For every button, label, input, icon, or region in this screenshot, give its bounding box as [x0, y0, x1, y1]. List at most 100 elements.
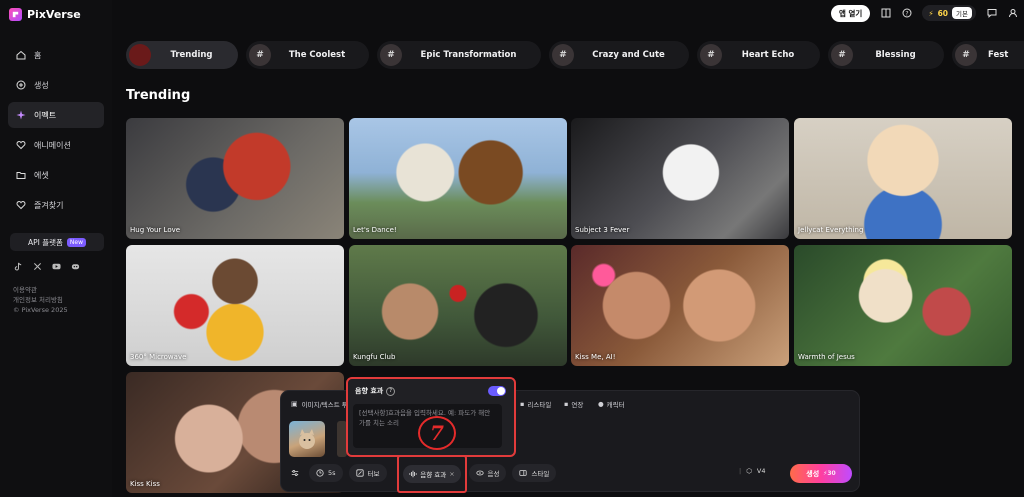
- hash-icon: #: [700, 44, 722, 66]
- effect-card-warmth-of-jesus[interactable]: Warmth of Jesus: [794, 245, 1012, 366]
- hash-icon: #: [831, 44, 853, 66]
- second-image-thumbnail[interactable]: [337, 421, 347, 457]
- card-caption: Jellycat Everything: [798, 226, 864, 234]
- tab-epic-transformation[interactable]: # Epic Transformation: [377, 41, 541, 69]
- tab-label: 리스타일: [527, 401, 552, 409]
- tab-character[interactable]: ● 캐릭터: [598, 399, 625, 409]
- eye-icon: [475, 470, 484, 476]
- sidebar-item-label: 생성: [34, 80, 49, 90]
- help-icon[interactable]: ?: [901, 8, 912, 19]
- tab-label: 이미지/텍스트 투: [301, 401, 348, 409]
- popup-title-text: 음향 효과: [355, 387, 384, 395]
- sidebar-item-animation[interactable]: 애니메이션: [8, 132, 104, 158]
- turbo-label: 터보: [367, 470, 380, 478]
- svg-text:?: ?: [905, 10, 908, 17]
- card-thumbnail: [349, 118, 567, 239]
- x-icon[interactable]: [33, 262, 42, 271]
- tiktok-icon[interactable]: [14, 262, 23, 271]
- generate-cost-value: 30: [827, 470, 836, 477]
- close-icon[interactable]: ×: [449, 470, 454, 478]
- sidebar-item-create[interactable]: 생성: [8, 72, 104, 98]
- sound-effect-label: 음향 효과: [420, 471, 447, 479]
- character-icon: ●: [598, 400, 604, 408]
- settings-button[interactable]: [287, 464, 303, 482]
- effect-card-subject-3-fever[interactable]: Subject 3 Fever: [571, 118, 789, 239]
- sidebar-item-effects[interactable]: 이펙트: [8, 102, 104, 128]
- legal-links: 이용약관 개인정보 처리방침 © PixVerse 2025: [13, 285, 68, 315]
- youtube-icon[interactable]: [52, 262, 61, 271]
- privacy-link[interactable]: 개인정보 처리방침: [13, 295, 68, 305]
- card-thumbnail: [349, 245, 567, 366]
- sound-effect-highlight: 음향 효과 ×: [397, 455, 467, 493]
- card-caption: Warmth of Jesus: [798, 353, 855, 361]
- effect-card-lets-dance[interactable]: Let's Dance!: [349, 118, 567, 239]
- card-caption: Kiss Kiss: [130, 480, 160, 488]
- tab-blessing[interactable]: # Blessing: [828, 41, 944, 69]
- tab-restyle[interactable]: ▪ 리스타일: [520, 399, 551, 409]
- open-app-button[interactable]: 앱 열기: [831, 4, 871, 22]
- card-thumbnail: [794, 118, 1012, 239]
- logo[interactable]: PixVerse: [9, 8, 81, 21]
- tab-heart-echo[interactable]: # Heart Echo: [697, 41, 820, 69]
- style-button[interactable]: 스타일: [512, 464, 557, 482]
- style-icon: [519, 470, 528, 476]
- sidebar-item-favorites[interactable]: 즐겨찾기: [8, 192, 104, 218]
- effect-card-kungfu-club[interactable]: Kungfu Club: [349, 245, 567, 366]
- generate-button[interactable]: 생성 ⚡30: [790, 464, 852, 483]
- discord-icon[interactable]: [71, 262, 80, 271]
- tab-trending[interactable]: Trending: [126, 41, 238, 69]
- card-caption: Let's Dance!: [353, 226, 397, 234]
- soundwave-icon: [409, 470, 417, 478]
- card-thumbnail: [126, 245, 344, 366]
- effect-card-hug-your-love[interactable]: Hug Your Love: [126, 118, 344, 239]
- effect-card-jellycat-everything[interactable]: Jellycat Everything: [794, 118, 1012, 239]
- uploaded-image-thumbnail[interactable]: [289, 421, 325, 457]
- tab-label: Epic Transformation: [420, 50, 517, 60]
- model-label: V4: [756, 467, 766, 475]
- effect-card-kiss-me-ai[interactable]: Kiss Me, AI!: [571, 245, 789, 366]
- api-platform-button[interactable]: API 플랫폼 New: [10, 233, 104, 251]
- credits-display[interactable]: ⚡ 60 기본: [922, 5, 976, 21]
- model-selector[interactable]: | ⬡ V4: [739, 467, 765, 475]
- hash-icon: #: [380, 44, 402, 66]
- sidebar-nav: 홈 생성 이펙트 애니메이션 에셋 즐겨찾기: [8, 42, 104, 222]
- layout-icon[interactable]: [880, 8, 891, 19]
- plus-circle-icon: [16, 80, 26, 90]
- tab-the-coolest[interactable]: # The Coolest: [246, 41, 369, 69]
- sidebar-item-assets[interactable]: 에셋: [8, 162, 104, 188]
- new-badge: New: [66, 237, 87, 247]
- generate-cost: ⚡30: [823, 470, 836, 477]
- hash-icon: #: [552, 44, 574, 66]
- section-title: Trending: [126, 88, 191, 103]
- duration-button[interactable]: 5s: [309, 464, 343, 482]
- folder-icon: [16, 172, 26, 179]
- turbo-button[interactable]: 터보: [348, 464, 387, 482]
- sound-effect-toggle[interactable]: [488, 386, 506, 396]
- image-icon: ▣: [291, 400, 298, 408]
- message-icon[interactable]: [986, 8, 997, 19]
- tab-fest[interactable]: # Fest: [952, 41, 1024, 69]
- tab-crazy-and-cute[interactable]: # Crazy and Cute: [549, 41, 689, 69]
- user-icon[interactable]: [1007, 8, 1018, 19]
- tab-label: 캐릭터: [606, 401, 625, 409]
- tab-extend[interactable]: ▪ 연장: [564, 399, 583, 409]
- card-thumbnail: [126, 118, 344, 239]
- pixverse-logo-icon: [9, 8, 22, 21]
- tab-thumbnail: [129, 44, 151, 66]
- sidebar-item-label: 이펙트: [34, 110, 57, 120]
- terms-link[interactable]: 이용약관: [13, 285, 68, 295]
- sound-effect-button[interactable]: 음향 효과 ×: [403, 465, 461, 483]
- category-tabs: Trending # The Coolest # Epic Transforma…: [126, 41, 1024, 69]
- style-label: 스타일: [531, 470, 550, 478]
- voice-label: 음성: [487, 470, 500, 478]
- voice-button[interactable]: 음성: [468, 464, 507, 482]
- card-thumbnail: [571, 245, 789, 366]
- api-platform-label: API 플랫폼: [27, 237, 63, 247]
- step-annotation-badge: 7: [418, 416, 456, 450]
- header-actions: 앱 열기 ? ⚡ 60 기본: [831, 4, 1018, 22]
- hash-icon: #: [955, 44, 977, 66]
- help-icon[interactable]: ?: [386, 386, 396, 396]
- effect-card-360-microwave[interactable]: 360° Microwave: [126, 245, 344, 366]
- sidebar-item-home[interactable]: 홈: [8, 42, 104, 68]
- tab-image-text-to-video[interactable]: ▣ 이미지/텍스트 투: [291, 399, 348, 409]
